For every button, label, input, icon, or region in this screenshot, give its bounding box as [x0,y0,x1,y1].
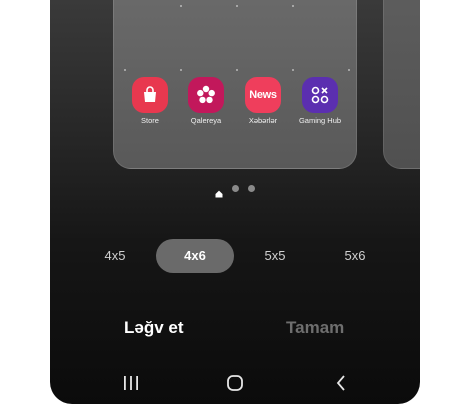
app-news[interactable]: News Xəbərlər [231,77,295,125]
news-icon: News [245,77,281,113]
phone-screen: Store Qalereya News Xəbərlər Gaming Hub … [50,0,420,404]
grid-marker [292,5,294,7]
app-label: Qalereya [190,116,222,125]
gaming-hub-icon [302,77,338,113]
grid-option-4x5[interactable]: 4x5 [76,239,154,273]
grid-size-selector: 4x5 4x6 5x5 5x6 [50,239,420,273]
grid-marker [180,5,182,7]
recents-icon[interactable] [118,370,144,396]
app-label: Xəbərlər [248,116,278,125]
store-bag-icon [132,77,168,113]
grid-marker [348,69,350,71]
gallery-flower-icon [188,77,224,113]
cancel-button[interactable]: Ləğv et [124,318,184,338]
grid-option-4x6[interactable]: 4x6 [156,239,234,273]
app-gallery[interactable]: Qalereya [174,77,238,125]
navigation-bar [50,370,420,396]
app-store[interactable]: Store [118,77,182,125]
next-page-preview[interactable] [383,0,420,169]
app-label: Store [141,116,159,125]
back-icon[interactable] [328,370,354,396]
page-dot[interactable] [248,185,255,192]
page-dot[interactable] [232,185,239,192]
grid-marker [180,69,182,71]
action-bar: Ləğv et Tamam [50,318,420,344]
page-indicator [50,185,420,198]
grid-marker [292,69,294,71]
grid-marker [236,5,238,7]
news-icon-text: News [249,89,277,101]
app-gaming-hub[interactable]: Gaming Hub [288,77,352,125]
home-icon[interactable] [222,370,248,396]
grid-option-5x6[interactable]: 5x6 [316,239,394,273]
grid-marker [124,69,126,71]
done-button[interactable]: Tamam [286,318,344,338]
grid-option-5x5[interactable]: 5x5 [236,239,314,273]
app-label: Gaming Hub [298,116,342,125]
home-page-indicator-icon[interactable] [215,185,223,198]
grid-marker [236,69,238,71]
